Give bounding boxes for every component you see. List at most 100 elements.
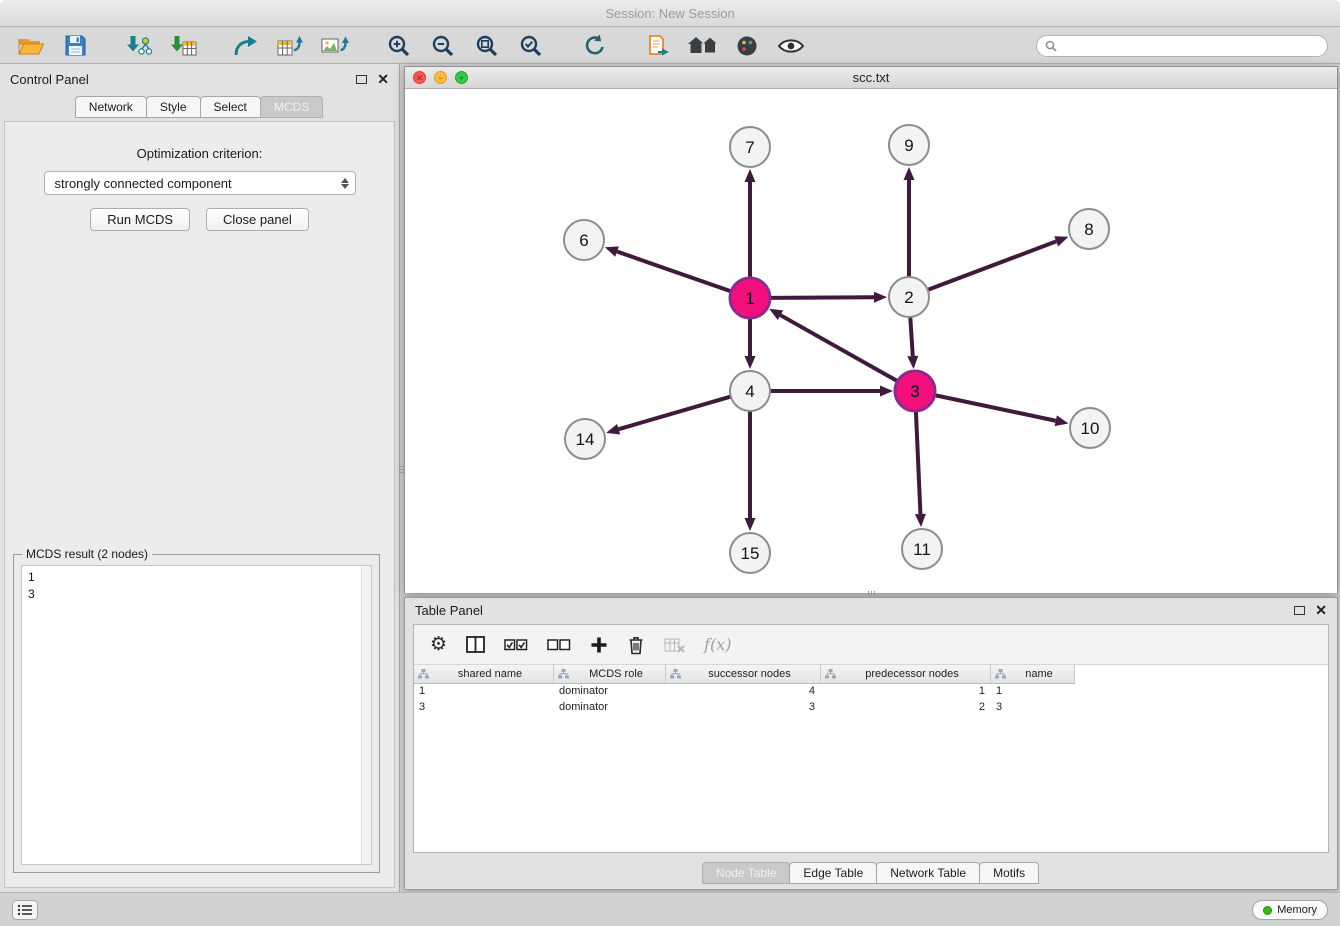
vertical-splitter-handle[interactable] bbox=[399, 458, 405, 480]
close-table-panel-icon[interactable]: ✕ bbox=[1315, 603, 1327, 617]
run-mcds-button[interactable]: Run MCDS bbox=[90, 208, 190, 231]
graph-node-15[interactable]: 15 bbox=[730, 533, 770, 573]
tab-mcds[interactable]: MCDS bbox=[260, 96, 323, 118]
svg-text:11: 11 bbox=[913, 540, 931, 559]
unselect-all-columns-icon[interactable] bbox=[547, 639, 571, 651]
close-panel-button[interactable]: Close panel bbox=[206, 208, 309, 231]
graph-node-4[interactable]: 4 bbox=[730, 371, 770, 411]
search-input[interactable] bbox=[1062, 39, 1319, 53]
edge-4-14[interactable] bbox=[619, 397, 731, 430]
horizontal-splitter-handle[interactable] bbox=[860, 591, 882, 596]
task-history-button[interactable] bbox=[12, 900, 38, 920]
mcds-result-area[interactable]: 1 3 bbox=[21, 565, 372, 865]
column-header-name[interactable]: name bbox=[991, 665, 1075, 684]
column-type-icon bbox=[670, 669, 681, 679]
table-row[interactable]: 3dominator323 bbox=[414, 700, 1328, 716]
mcds-tab-content: Optimization criterion: strongly connect… bbox=[4, 121, 395, 888]
graph-node-8[interactable]: 8 bbox=[1069, 209, 1109, 249]
tab-style[interactable]: Style bbox=[146, 96, 201, 118]
edge-arrowhead-icon bbox=[1054, 236, 1068, 246]
create-column-icon[interactable] bbox=[590, 636, 608, 654]
tab-network[interactable]: Network bbox=[75, 96, 147, 118]
table-row[interactable]: 1dominator411 bbox=[414, 684, 1328, 700]
home-button[interactable] bbox=[684, 31, 722, 61]
zoom-in-icon bbox=[387, 34, 411, 58]
graph-node-7[interactable]: 7 bbox=[730, 127, 770, 167]
tab-node-table[interactable]: Node Table bbox=[702, 862, 791, 884]
style-button[interactable] bbox=[728, 31, 766, 61]
edge-3-11[interactable] bbox=[916, 411, 921, 514]
tab-select[interactable]: Select bbox=[200, 96, 261, 118]
zoom-selected-icon bbox=[519, 34, 543, 58]
search-field[interactable] bbox=[1036, 35, 1328, 57]
close-window-button[interactable]: ✕ bbox=[413, 71, 426, 84]
graph-node-6[interactable]: 6 bbox=[564, 220, 604, 260]
column-header-MCDS-role[interactable]: MCDS role bbox=[554, 665, 666, 684]
criterion-select[interactable]: strongly connected component bbox=[44, 171, 356, 195]
export-image-button[interactable] bbox=[316, 31, 354, 61]
search-icon bbox=[1045, 40, 1057, 52]
save-session-button[interactable] bbox=[56, 31, 94, 61]
svg-text:8: 8 bbox=[1084, 220, 1093, 239]
column-header-shared-name[interactable]: shared name bbox=[414, 665, 554, 684]
svg-text:14: 14 bbox=[576, 430, 595, 449]
column-header-predecessor-nodes[interactable]: predecessor nodes bbox=[821, 665, 991, 684]
edge-2-3[interactable] bbox=[910, 317, 912, 356]
graph-node-10[interactable]: 10 bbox=[1070, 408, 1110, 448]
node-table-container: ⚙ bbox=[413, 624, 1329, 853]
float-panel-icon[interactable] bbox=[356, 75, 367, 84]
delete-column-icon[interactable] bbox=[627, 635, 645, 655]
graph-node-1[interactable]: 1 bbox=[730, 278, 770, 318]
zoom-out-icon bbox=[431, 34, 455, 58]
edge-2-8[interactable] bbox=[928, 241, 1057, 290]
import-network-button[interactable] bbox=[120, 31, 158, 61]
show-columns-icon[interactable] bbox=[466, 636, 485, 653]
edge-1-2[interactable] bbox=[770, 297, 874, 298]
edge-arrowhead-icon bbox=[874, 292, 887, 303]
select-all-columns-icon[interactable] bbox=[504, 639, 528, 651]
network-canvas[interactable]: 7 9 6 8 1 2 4 3 14 10 15 11 bbox=[405, 89, 1337, 593]
tab-edge-table[interactable]: Edge Table bbox=[789, 862, 877, 884]
graph-node-3[interactable]: 3 bbox=[895, 371, 935, 411]
network-window-titlebar[interactable]: ✕ − + scc.txt bbox=[405, 67, 1337, 89]
zoom-out-button[interactable] bbox=[424, 31, 462, 61]
graph-node-11[interactable]: 11 bbox=[902, 529, 942, 569]
close-panel-icon[interactable]: ✕ bbox=[377, 72, 389, 86]
float-table-panel-icon[interactable] bbox=[1294, 606, 1305, 615]
memory-button[interactable]: Memory bbox=[1252, 900, 1328, 920]
open-session-button[interactable] bbox=[12, 31, 50, 61]
optimization-criterion-label: Optimization criterion: bbox=[5, 146, 394, 161]
refresh-view-button[interactable] bbox=[576, 31, 614, 61]
network-view-window: ✕ − + scc.txt 7 9 6 8 1 2 4 3 14 10 15 11 bbox=[404, 66, 1338, 593]
tab-network-table[interactable]: Network Table bbox=[876, 862, 980, 884]
result-scrollbar[interactable] bbox=[361, 566, 371, 864]
column-header-successor-nodes[interactable]: successor nodes bbox=[666, 665, 821, 684]
edge-arrowhead-icon bbox=[915, 514, 926, 527]
import-table-button[interactable] bbox=[164, 31, 202, 61]
minimize-window-button[interactable]: − bbox=[434, 71, 447, 84]
column-type-icon bbox=[825, 669, 836, 679]
save-icon bbox=[65, 35, 86, 56]
edge-3-1[interactable] bbox=[780, 315, 897, 381]
svg-text:6: 6 bbox=[579, 231, 588, 250]
control-panel: Control Panel ✕ Network Style Select MCD… bbox=[0, 64, 400, 892]
table-settings-icon[interactable]: ⚙ bbox=[430, 635, 447, 654]
export-table-button[interactable] bbox=[272, 31, 310, 61]
zoom-selected-button[interactable] bbox=[512, 31, 550, 61]
tab-motifs[interactable]: Motifs bbox=[979, 862, 1039, 884]
edge-3-10[interactable] bbox=[935, 395, 1056, 421]
zoom-fit-button[interactable] bbox=[468, 31, 506, 61]
clone-network-button[interactable] bbox=[640, 31, 678, 61]
edge-arrowhead-icon bbox=[904, 167, 915, 180]
zoom-in-button[interactable] bbox=[380, 31, 418, 61]
graph-node-14[interactable]: 14 bbox=[565, 419, 605, 459]
graph-node-2[interactable]: 2 bbox=[889, 277, 929, 317]
edge-1-6[interactable] bbox=[617, 252, 731, 292]
edge-arrowhead-icon bbox=[1055, 415, 1069, 426]
export-network-button[interactable] bbox=[228, 31, 266, 61]
maximize-window-button[interactable]: + bbox=[455, 71, 468, 84]
show-details-button[interactable] bbox=[772, 31, 810, 61]
graph-node-9[interactable]: 9 bbox=[889, 125, 929, 165]
eye-icon bbox=[778, 37, 804, 55]
window-titlebar[interactable]: Session: New Session bbox=[0, 0, 1340, 27]
